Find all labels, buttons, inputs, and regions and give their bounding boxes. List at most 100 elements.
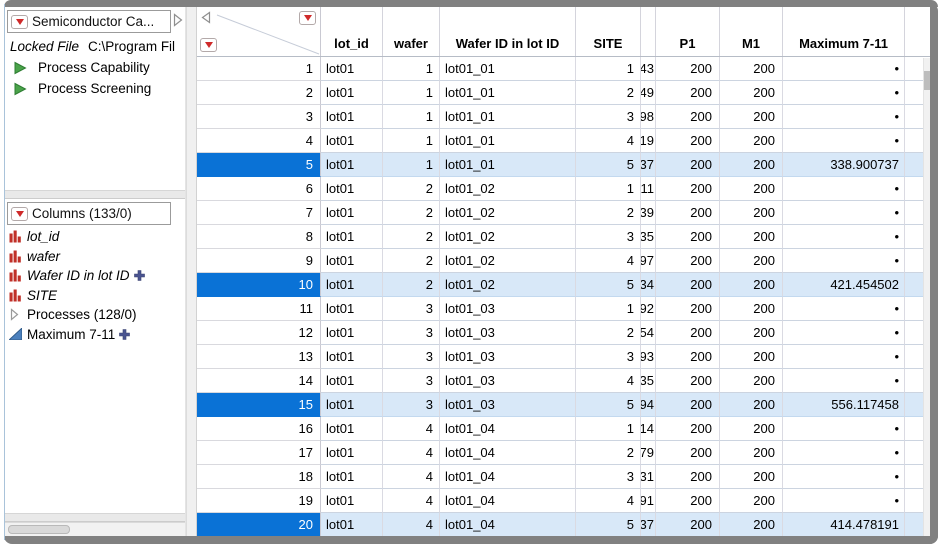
- rows-red-triangle-button[interactable]: [200, 38, 217, 52]
- cell-clipped-column[interactable]: 91: [641, 489, 656, 513]
- cell-wafer[interactable]: 2: [383, 225, 440, 249]
- cell-p1[interactable]: 200: [656, 417, 720, 441]
- cell-maximum-7-11[interactable]: •: [783, 81, 905, 105]
- cell-clipped-column[interactable]: 34: [641, 273, 656, 297]
- cell-wafer-id[interactable]: lot01_03: [440, 297, 576, 321]
- row-number-cell[interactable]: 9: [197, 249, 321, 273]
- row-number-cell[interactable]: 1: [197, 57, 321, 81]
- cell-clipped-column[interactable]: 35: [641, 225, 656, 249]
- cell-lot-id[interactable]: lot01: [321, 417, 383, 441]
- cell-clipped-column[interactable]: 35: [641, 369, 656, 393]
- cell-maximum-7-11[interactable]: •: [783, 489, 905, 513]
- cell-maximum-7-11[interactable]: •: [783, 129, 905, 153]
- row-number-cell[interactable]: 5: [197, 153, 321, 177]
- cell-wafer[interactable]: 4: [383, 465, 440, 489]
- cell-wafer-id[interactable]: lot01_01: [440, 57, 576, 81]
- grid-v-scrollbar-thumb[interactable]: [924, 71, 930, 90]
- cell-p1[interactable]: 200: [656, 249, 720, 273]
- cell-clipped-column[interactable]: 31: [641, 465, 656, 489]
- cell-site[interactable]: 5: [576, 393, 641, 417]
- cell-lot-id[interactable]: lot01: [321, 273, 383, 297]
- cell-p1[interactable]: 200: [656, 297, 720, 321]
- cell-wafer[interactable]: 3: [383, 393, 440, 417]
- cell-m1[interactable]: 200: [720, 57, 783, 81]
- cell-wafer[interactable]: 2: [383, 177, 440, 201]
- table-script-item[interactable]: Process Screening: [5, 79, 185, 98]
- cell-site[interactable]: 3: [576, 225, 641, 249]
- cell-p1[interactable]: 200: [656, 153, 720, 177]
- cell-maximum-7-11[interactable]: •: [783, 105, 905, 129]
- cell-m1[interactable]: 200: [720, 489, 783, 513]
- cell-m1[interactable]: 200: [720, 177, 783, 201]
- cell-p1[interactable]: 200: [656, 225, 720, 249]
- cell-wafer[interactable]: 1: [383, 153, 440, 177]
- table-panel-titlebar[interactable]: Semiconductor Ca...: [7, 10, 171, 33]
- cell-wafer[interactable]: 3: [383, 297, 440, 321]
- grid-v-scrollbar[interactable]: [923, 58, 930, 536]
- cell-clipped-column[interactable]: 39: [641, 201, 656, 225]
- cell-m1[interactable]: 200: [720, 345, 783, 369]
- cell-m1[interactable]: 200: [720, 81, 783, 105]
- cell-lot-id[interactable]: lot01: [321, 369, 383, 393]
- column-header-p1[interactable]: P1: [656, 7, 720, 56]
- cell-maximum-7-11[interactable]: •: [783, 177, 905, 201]
- cell-lot-id[interactable]: lot01: [321, 201, 383, 225]
- cell-clipped-column[interactable]: 37: [641, 513, 656, 536]
- cell-wafer-id[interactable]: lot01_01: [440, 129, 576, 153]
- cell-lot-id[interactable]: lot01: [321, 129, 383, 153]
- cell-wafer-id[interactable]: lot01_03: [440, 369, 576, 393]
- cell-maximum-7-11[interactable]: •: [783, 201, 905, 225]
- row-number-cell[interactable]: 2: [197, 81, 321, 105]
- cell-clipped-column[interactable]: 37: [641, 153, 656, 177]
- cell-site[interactable]: 4: [576, 489, 641, 513]
- cell-wafer[interactable]: 1: [383, 81, 440, 105]
- row-number-cell[interactable]: 17: [197, 441, 321, 465]
- column-list-item[interactable]: Maximum 7-11: [5, 325, 185, 345]
- cell-site[interactable]: 1: [576, 417, 641, 441]
- row-number-cell[interactable]: 13: [197, 345, 321, 369]
- cell-p1[interactable]: 200: [656, 273, 720, 297]
- columns-panel-titlebar[interactable]: Columns (133/0): [7, 202, 171, 225]
- cell-p1[interactable]: 200: [656, 201, 720, 225]
- columns-menu-button[interactable]: [11, 206, 28, 221]
- row-number-cell[interactable]: 7: [197, 201, 321, 225]
- cell-lot-id[interactable]: lot01: [321, 153, 383, 177]
- row-number-cell[interactable]: 20: [197, 513, 321, 536]
- cell-lot-id[interactable]: lot01: [321, 177, 383, 201]
- cell-lot-id[interactable]: lot01: [321, 297, 383, 321]
- cell-wafer-id[interactable]: lot01_01: [440, 105, 576, 129]
- cell-wafer-id[interactable]: lot01_01: [440, 153, 576, 177]
- cell-p1[interactable]: 200: [656, 57, 720, 81]
- row-number-cell[interactable]: 19: [197, 489, 321, 513]
- column-header-clipped[interactable]: [641, 7, 656, 56]
- cell-m1[interactable]: 200: [720, 273, 783, 297]
- column-list-item[interactable]: lot_id: [5, 227, 185, 247]
- row-number-cell[interactable]: 3: [197, 105, 321, 129]
- row-number-cell[interactable]: 10: [197, 273, 321, 297]
- cell-maximum-7-11[interactable]: 414.478191: [783, 513, 905, 536]
- cell-wafer-id[interactable]: lot01_02: [440, 273, 576, 297]
- cell-p1[interactable]: 200: [656, 105, 720, 129]
- sidebar-h-scrollbar-thumb[interactable]: [8, 525, 70, 534]
- cell-p1[interactable]: 200: [656, 489, 720, 513]
- cell-m1[interactable]: 200: [720, 513, 783, 536]
- cell-wafer[interactable]: 4: [383, 417, 440, 441]
- cell-wafer[interactable]: 2: [383, 249, 440, 273]
- cell-lot-id[interactable]: lot01: [321, 321, 383, 345]
- cell-maximum-7-11[interactable]: •: [783, 225, 905, 249]
- cell-clipped-column[interactable]: 11: [641, 177, 656, 201]
- column-list-item[interactable]: Wafer ID in lot ID: [5, 266, 185, 286]
- cell-maximum-7-11[interactable]: •: [783, 369, 905, 393]
- cell-p1[interactable]: 200: [656, 321, 720, 345]
- cell-site[interactable]: 2: [576, 201, 641, 225]
- cell-lot-id[interactable]: lot01: [321, 249, 383, 273]
- cell-site[interactable]: 2: [576, 81, 641, 105]
- table-menu-button[interactable]: [11, 14, 28, 29]
- sidebar-h-scrollbar[interactable]: [5, 522, 185, 536]
- cell-maximum-7-11[interactable]: 556.117458: [783, 393, 905, 417]
- cell-m1[interactable]: 200: [720, 105, 783, 129]
- cell-wafer-id[interactable]: lot01_02: [440, 177, 576, 201]
- row-number-cell[interactable]: 12: [197, 321, 321, 345]
- cell-clipped-column[interactable]: 54: [641, 321, 656, 345]
- cell-lot-id[interactable]: lot01: [321, 105, 383, 129]
